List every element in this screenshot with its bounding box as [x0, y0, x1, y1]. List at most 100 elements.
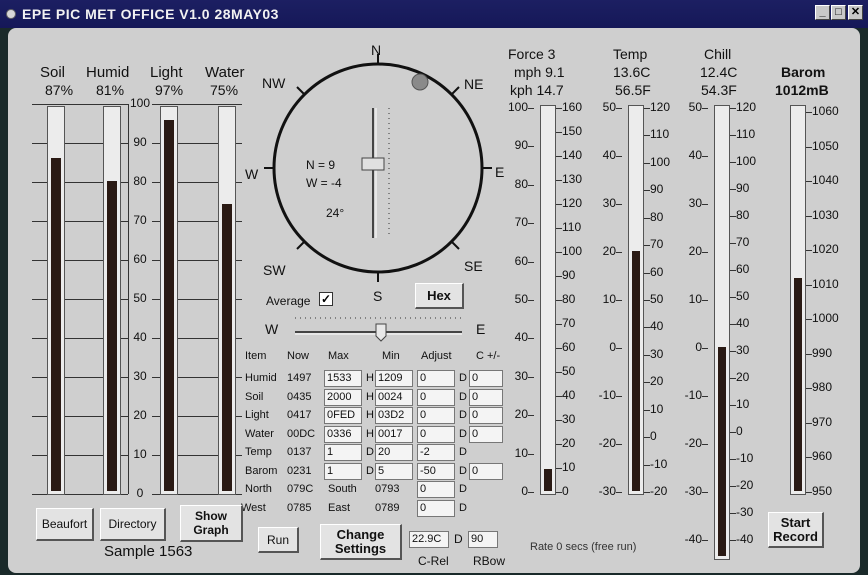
chill-left-tick-mark	[702, 540, 708, 541]
crel-field[interactable]: 22.9C	[409, 531, 449, 548]
hex-button[interactable]: Hex	[415, 283, 464, 309]
chill-left-tick: 30	[688, 196, 702, 210]
row-now-value: 0435	[287, 390, 312, 403]
start-record-button[interactable]: Start Record	[768, 512, 824, 548]
show-graph-button[interactable]: Show Graph	[180, 505, 243, 542]
row-c-field[interactable]: 0	[469, 425, 503, 443]
row-min-field[interactable]: 0024	[375, 388, 413, 406]
row-max-field[interactable]: 1533	[324, 370, 362, 387]
row-adjust-field[interactable]: -50	[417, 462, 455, 480]
temp-left-tick-mark	[616, 348, 622, 349]
row-max-unit: H	[366, 409, 374, 421]
temp-right-tick-mark	[644, 245, 650, 247]
row-min-field[interactable]: 20	[375, 444, 413, 461]
row-item-label: Humid	[245, 372, 277, 384]
temp-right-tick-mark	[644, 135, 650, 137]
temp-title: Temp	[613, 46, 648, 62]
temp-right-tick-mark	[644, 437, 650, 439]
row-d-label: D	[459, 446, 467, 458]
chill-gauge-fill	[718, 347, 726, 556]
rbow-field[interactable]: 90	[468, 531, 498, 548]
row-adjust-field[interactable]: 0	[417, 407, 455, 424]
average-checkbox[interactable]: ✓	[319, 292, 333, 306]
chill-right-tick: 110	[736, 127, 756, 141]
temp-right-tick-mark	[644, 217, 650, 219]
east-raw: 0789	[375, 501, 400, 514]
force-left-tick: 20	[514, 407, 528, 422]
barom-tick: 1010	[812, 276, 839, 291]
table-header-0: Item	[245, 350, 267, 362]
left-tick-label: 80	[128, 174, 152, 188]
temp-right-tick: 40	[650, 319, 664, 334]
minimize-button[interactable]: _	[815, 5, 830, 20]
maximize-button[interactable]: □	[831, 5, 846, 20]
row-c-field[interactable]: 0	[469, 388, 503, 406]
force-right-tick: 110	[562, 220, 582, 234]
crel-d: D	[454, 532, 463, 546]
temp-left-tick: -20	[598, 436, 616, 450]
chill-left-tick: -40	[684, 532, 702, 546]
row-max-field[interactable]: 0FED	[324, 407, 362, 424]
chill-right-tick: 120	[736, 100, 757, 114]
row-min-field[interactable]: 0017	[375, 425, 413, 443]
row-max-field[interactable]: 1	[324, 462, 362, 480]
row-d-label: D	[459, 372, 467, 384]
horizontal-slider[interactable]	[290, 312, 470, 342]
barom-tick-mark	[806, 319, 812, 321]
chill-right-tick: 50	[736, 289, 750, 303]
change-settings-button[interactable]: Change Settings	[320, 524, 402, 560]
system-menu-icon[interactable]	[6, 9, 16, 19]
beaufort-button[interactable]: Beaufort	[36, 508, 94, 541]
close-button[interactable]: ✕	[848, 5, 863, 20]
row-max-unit: H	[366, 427, 374, 440]
row-min-field[interactable]: 03D2	[375, 407, 413, 424]
row-min-field[interactable]: 1209	[375, 370, 413, 387]
row-adjust-field[interactable]: 0	[417, 425, 455, 443]
directory-button[interactable]: Directory	[100, 508, 166, 541]
row-max-field[interactable]: 1	[324, 444, 362, 461]
row-d-label: D	[459, 390, 467, 403]
left-scale-axis	[128, 104, 129, 494]
row-max-field[interactable]: 2000	[324, 388, 362, 406]
chill-left-tick: -30	[684, 484, 702, 498]
row-adjust-field[interactable]: -2	[417, 444, 455, 461]
compass-tick-se	[451, 241, 460, 250]
row-item-label: Water	[245, 427, 274, 440]
west-adjust-field[interactable]: 0	[417, 499, 455, 517]
row-adjust-field[interactable]: 0	[417, 370, 455, 387]
force-right-tick-mark	[556, 204, 562, 205]
row-c-field[interactable]: 0	[469, 462, 503, 480]
barom-tick-mark	[806, 457, 812, 459]
barom-tick: 1040	[812, 173, 839, 188]
temp-left-tick: 20	[602, 244, 616, 258]
force-left-tick: 70	[514, 215, 528, 230]
row-adjust-field[interactable]: 0	[417, 388, 455, 406]
row-max-field[interactable]: 0336	[324, 425, 362, 443]
chill-left-tick: 0	[695, 340, 702, 354]
barom-tick-mark	[806, 112, 812, 113]
chill-right-tick-mark	[730, 243, 736, 244]
temp-right-tick: 110	[650, 127, 670, 142]
chill-right-tick: 100	[736, 154, 757, 168]
force-right-tick-mark	[556, 108, 562, 109]
temp-left-tick-mark	[616, 108, 622, 109]
run-button[interactable]: Run	[258, 527, 299, 553]
barom-gauge-fill	[794, 277, 802, 491]
row-min-field[interactable]: 5	[375, 462, 413, 480]
left-tick-label: 50	[128, 291, 152, 305]
chill-left-tick-mark	[702, 156, 708, 157]
temp-left-tick: 40	[602, 148, 616, 162]
temp-right-tick-mark	[644, 382, 650, 384]
slider-e-label: E	[476, 321, 486, 337]
force-right-tick-mark	[556, 396, 562, 397]
temp-left-tick-mark	[616, 492, 622, 493]
force-right-tick: 50	[562, 364, 576, 378]
north-adjust-field[interactable]: 0	[417, 481, 455, 498]
temp-left-tick: 50	[602, 100, 616, 114]
force-right-tick-mark	[556, 132, 562, 133]
temp-left-tick-mark	[616, 252, 622, 253]
force-right-tick: 140	[562, 148, 583, 162]
rate-status: Rate 0 secs (free run)	[530, 541, 637, 553]
chill-left-tick-mark	[702, 300, 708, 301]
temp-left-tick-mark	[616, 396, 622, 397]
